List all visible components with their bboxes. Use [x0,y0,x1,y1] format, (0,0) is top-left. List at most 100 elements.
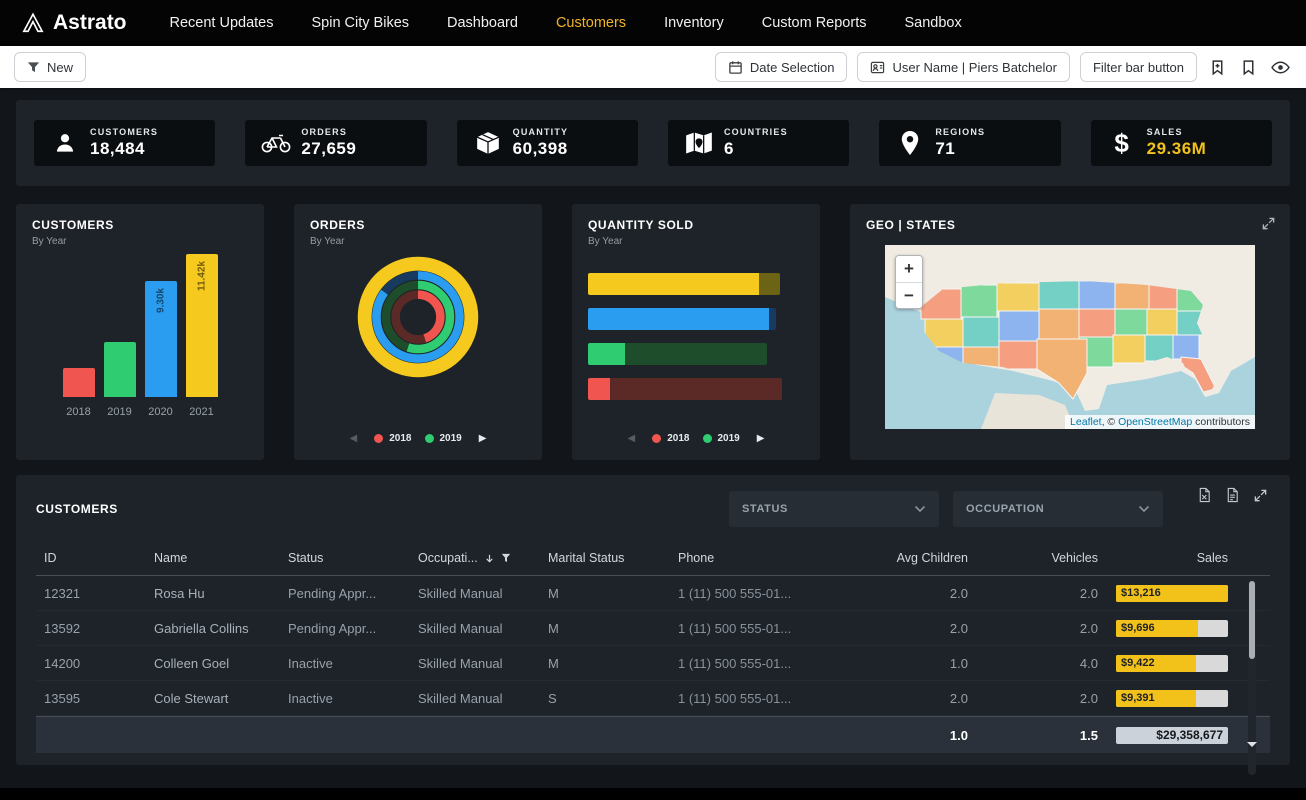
cell-id: 13592 [36,611,146,645]
export-document-button[interactable] [1223,485,1242,505]
zoom-in-button[interactable]: + [896,256,922,282]
orders-donut-chart [310,253,526,381]
date-selection-button[interactable]: Date Selection [715,52,848,82]
expand-table-button[interactable] [1251,485,1270,505]
table-row[interactable]: 13595 Cole Stewart Inactive Skilled Manu… [36,681,1270,716]
total-vehicles: 1.5 [976,717,1106,753]
total-avg-children: 1.0 [836,717,976,753]
cell-avg-children: 1.0 [836,646,976,680]
legend-label: 2019 [718,433,740,444]
sales-bar-track: $9,422 [1116,655,1228,672]
cell-empty [146,717,280,753]
column-header-status[interactable]: Status [280,541,410,575]
leaflet-link[interactable]: Leaflet [1070,416,1102,428]
logo[interactable]: Astrato [22,11,127,35]
nav-item-custom-reports[interactable]: Custom Reports [743,9,886,37]
eye-icon [1271,60,1290,75]
nav-item-recent-updates[interactable]: Recent Updates [151,9,293,37]
column-header-phone[interactable]: Phone [670,541,836,575]
cell-sales: $9,391 [1106,681,1270,715]
hbar-2020[interactable] [588,308,804,330]
cell-marital: S [540,681,670,715]
scroll-down-icon[interactable] [1247,742,1257,747]
cell-sales: $9,422 [1106,646,1270,680]
legend-item-2019[interactable]: 2019 [703,433,740,444]
new-filter-button[interactable]: New [14,52,86,82]
nav-item-customers[interactable]: Customers [537,9,645,37]
nav-item-dashboard[interactable]: Dashboard [428,9,537,37]
cell-avg-children: 2.0 [836,611,976,645]
attribution-suffix: contributors [1192,416,1250,428]
legend-prev-icon[interactable]: ◀ [624,433,640,444]
kpi-label: QUANTITY [513,127,569,137]
column-header-vehicles[interactable]: Vehicles [976,541,1106,575]
bar-2021[interactable]: 11.42k [186,254,218,397]
legend-next-icon[interactable]: ▶ [753,433,769,444]
table-row[interactable]: 14200 Colleen Goel Inactive Skilled Manu… [36,646,1270,681]
bar-2018[interactable] [63,368,95,397]
x-axis-label: 2019 [107,406,131,418]
cell-marital: M [540,611,670,645]
hbar-2021[interactable] [588,273,804,295]
bookmark-button[interactable] [1238,57,1259,78]
nav-item-inventory[interactable]: Inventory [645,9,743,37]
legend-item-2018[interactable]: 2018 [374,433,411,444]
hbar-segment-bright[interactable] [588,308,769,330]
astrato-logo-icon [22,12,44,34]
sales-value: $9,696 [1121,622,1155,634]
column-header-name[interactable]: Name [146,541,280,575]
legend-prev-icon[interactable]: ◀ [346,433,362,444]
table-row[interactable]: 13592 Gabriella Collins Pending Appr... … [36,611,1270,646]
bookmark-add-icon [1209,59,1226,76]
us-states-map[interactable]: + − Leaflet, © OpenStreetMap contributor… [885,245,1255,429]
cell-marital: M [540,576,670,610]
nav-item-spin-city-bikes[interactable]: Spin City Bikes [293,9,429,37]
openstreetmap-link[interactable]: OpenStreetMap [1118,416,1192,428]
hbar-segment-dim[interactable] [610,378,783,400]
hbar-segment-bright[interactable] [588,378,610,400]
cell-occupation: Skilled Manual [410,681,540,715]
export-document-icon [1225,487,1240,503]
legend-next-icon[interactable]: ▶ [475,433,491,444]
legend-item-2018[interactable]: 2018 [652,433,689,444]
expand-button[interactable] [1259,214,1278,236]
hbar-2018[interactable] [588,378,804,400]
column-header-occupation[interactable]: Occupati... [410,541,540,575]
bar-2020[interactable]: 9.30k [145,281,177,397]
view-button[interactable] [1269,58,1292,77]
cell-empty [540,717,670,753]
scrollbar-thumb[interactable] [1249,581,1255,659]
hbar-2019[interactable] [588,343,804,365]
nav-item-sandbox[interactable]: Sandbox [885,9,980,37]
cell-empty [280,717,410,753]
occupation-filter-dropdown[interactable]: OCCUPATION [953,491,1163,527]
kpi-card-customers: CUSTOMERS18,484 [34,120,215,166]
filter-bar-button[interactable]: Filter bar button [1080,52,1197,82]
hbar-segment-bright[interactable] [588,273,759,295]
legend-label: 2019 [440,433,462,444]
zoom-out-button[interactable]: − [896,282,922,308]
dropdown-label: STATUS [742,503,788,515]
column-header-marital-status[interactable]: Marital Status [540,541,670,575]
column-header-avg-children[interactable]: Avg Children [836,541,976,575]
column-header-sales[interactable]: Sales [1106,541,1270,575]
user-badge-icon [870,60,885,75]
hbar-segment-dim[interactable] [625,343,768,365]
cell-avg-children: 2.0 [836,576,976,610]
us-map-svg [885,245,1255,429]
export-excel-button[interactable] [1195,485,1214,505]
hbar-segment-bright[interactable] [588,343,625,365]
legend-item-2019[interactable]: 2019 [425,433,462,444]
status-filter-dropdown[interactable]: STATUS [729,491,939,527]
hbar-segment-dim[interactable] [769,308,775,330]
column-header-id[interactable]: ID [36,541,146,575]
user-name-button[interactable]: User Name | Piers Batchelor [857,52,1070,82]
bar-column: 9.30k2020 [145,281,177,418]
table-row[interactable]: 12321 Rosa Hu Pending Appr... Skilled Ma… [36,576,1270,611]
panel-subtitle: By Year [32,236,248,247]
cell-phone: 1 (11) 500 555-01... [670,576,836,610]
cell-sales: $9,696 [1106,611,1270,645]
bookmark-add-button[interactable] [1207,57,1228,78]
hbar-segment-dim[interactable] [759,273,781,295]
bar-2019[interactable] [104,342,136,397]
